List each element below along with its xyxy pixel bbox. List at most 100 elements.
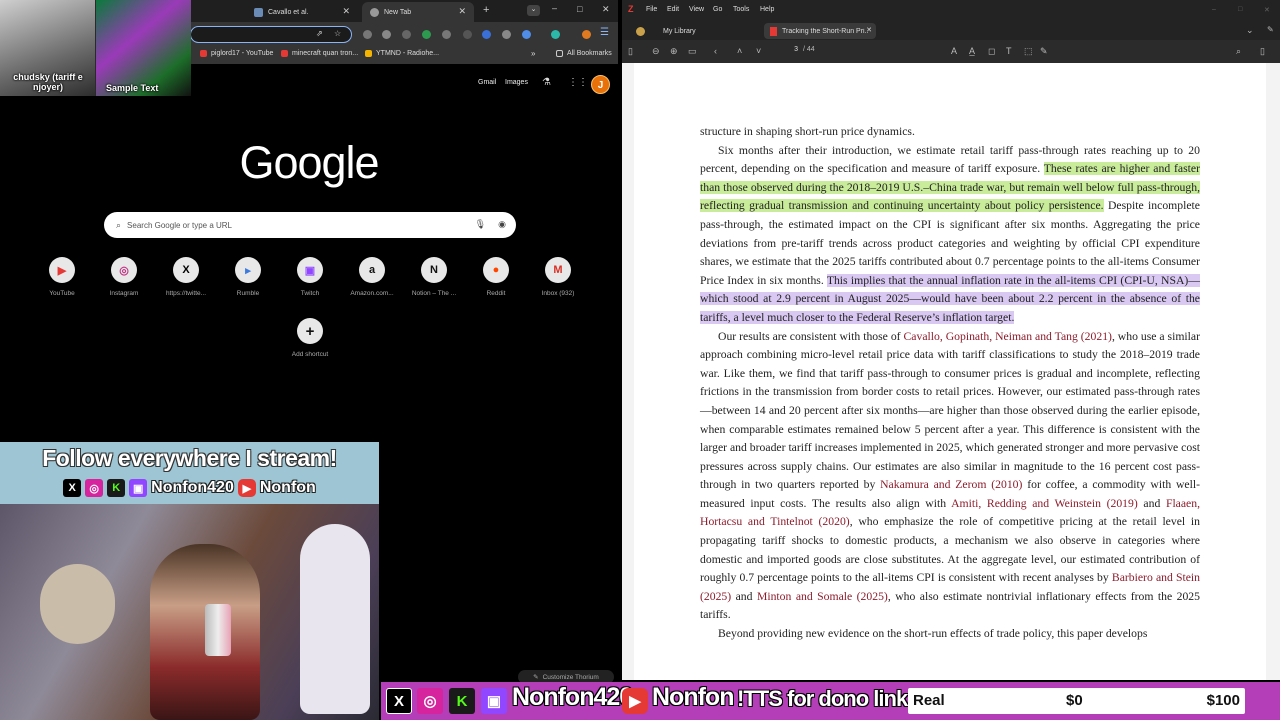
bookmark-item[interactable]: piglord17 - YouTube	[200, 50, 273, 57]
previous-page-icon[interactable]: ˄	[737, 46, 742, 56]
pen-icon[interactable]: ✎	[1267, 25, 1274, 34]
drink-can	[205, 604, 231, 656]
area-select-icon[interactable]: ⬚	[1024, 46, 1033, 57]
add-shortcut-button[interactable]: + Add shortcut	[279, 318, 341, 358]
shortcut-rumble[interactable]: ▸ Rumble	[217, 257, 279, 297]
paragraph: Six months after their introduction, we …	[700, 142, 1200, 328]
shortcut-twitch[interactable]: ▣ Twitch	[279, 257, 341, 297]
extension-icon[interactable]	[522, 30, 531, 39]
draw-icon[interactable]: ✎	[1040, 46, 1048, 57]
extension-icon[interactable]	[502, 30, 511, 39]
youtube-icon: ▶	[622, 688, 648, 714]
window-close-icon[interactable]: ✕	[602, 4, 610, 15]
citation-link[interactable]: Nakamura and Zerom (2010)	[880, 478, 1022, 491]
twitch-icon: ▣	[297, 257, 323, 283]
menu-edit[interactable]: Edit	[667, 6, 679, 13]
tab-cavallo[interactable]: Cavallo et al. ✕	[246, 2, 358, 22]
share-icon[interactable]: ⇗	[316, 29, 323, 38]
shortcut-label: https://twitte...	[165, 290, 207, 297]
zoom-in-icon[interactable]: ⊕	[670, 46, 678, 57]
gmail-link[interactable]: Gmail	[478, 79, 496, 86]
zoom-fit-icon[interactable]: ▭	[688, 46, 697, 57]
reddit-icon: ●	[483, 257, 509, 283]
next-page-icon[interactable]: ˅	[756, 46, 761, 56]
chevron-right-icon[interactable]: »	[531, 49, 535, 58]
images-link[interactable]: Images	[505, 79, 528, 86]
microphone-icon[interactable]: 🎙	[475, 219, 486, 230]
note-icon[interactable]: ◻	[988, 46, 995, 57]
search-icon[interactable]: ⌕	[1236, 46, 1241, 57]
zotero-logo-icon: Z	[628, 4, 634, 14]
shortcut-twitter[interactable]: Xhttps://twitte...	[155, 257, 217, 297]
tab-paper[interactable]: Tracking the Short-Run Pri... ✕	[764, 23, 876, 39]
window-close-icon[interactable]: ✕	[1264, 6, 1270, 14]
page-number-input[interactable]: 3	[772, 46, 798, 53]
menu-help[interactable]: Help	[760, 6, 774, 13]
youtube-icon: ▶	[49, 257, 75, 283]
shortcut-reddit[interactable]: ● Reddit	[465, 257, 527, 297]
shortcut-notion[interactable]: N Notion – The ...	[403, 257, 465, 297]
close-icon[interactable]: ✕	[458, 6, 466, 17]
camera-lens-icon[interactable]: ◉	[498, 219, 506, 230]
text-run: and	[1137, 496, 1166, 510]
labs-flask-icon[interactable]: ⚗	[542, 77, 551, 88]
kick-icon: K	[449, 688, 475, 714]
minimize-icon[interactable]: –	[1212, 6, 1216, 13]
sidebar-toggle-icon[interactable]: ▯	[628, 46, 633, 57]
bookmark-item[interactable]: minecraft quan tron...	[281, 50, 358, 57]
new-tab-icon[interactable]: +	[483, 4, 489, 16]
kick-icon: K	[107, 479, 126, 497]
menu-file[interactable]: File	[646, 6, 657, 13]
chevron-down-icon[interactable]: ⌄	[1246, 25, 1254, 36]
x-icon: X	[173, 257, 199, 283]
tts-note: !TTS for dono link	[737, 686, 908, 711]
labs-icon[interactable]	[551, 30, 560, 39]
menu-go[interactable]: Go	[713, 6, 722, 13]
citation-link[interactable]: Amiti, Redding and Weinstein (2019)	[951, 497, 1138, 510]
extension-icon[interactable]	[402, 30, 411, 39]
extension-icon[interactable]	[363, 30, 372, 39]
extension-icon[interactable]	[463, 30, 472, 39]
maximize-icon[interactable]: □	[577, 4, 582, 14]
address-bar[interactable]: ⇗ ☆	[190, 26, 352, 43]
reader-toolbar: ▯ ⊖ ⊕ ▭ ‹ ˄ ˅ 3 / 44 A A̲ ◻ T ⬚ ✎ ⌕ ▯	[622, 40, 1280, 63]
tab-new-tab[interactable]: New Tab ✕	[362, 2, 474, 22]
text-annotation-icon[interactable]: A	[951, 46, 957, 56]
highlight-icon[interactable]: A̲	[969, 46, 975, 56]
extension-icon[interactable]	[382, 30, 391, 39]
plus-icon: +	[297, 318, 323, 344]
bookmark-item[interactable]: YTMND - Radiohe...	[365, 50, 439, 57]
follow-title: Follow everywhere I stream!	[42, 445, 337, 471]
gmail-icon: M	[545, 257, 571, 283]
citation-link[interactable]: Cavallo, Gopinath, Neiman and Tang (2021…	[904, 330, 1112, 343]
maximize-icon[interactable]: □	[1238, 6, 1242, 13]
shortcut-instagram[interactable]: ◎ Instagram	[93, 257, 155, 297]
menu-tools[interactable]: Tools	[733, 6, 749, 13]
shortcut-gmail[interactable]: M Inbox (932)	[527, 257, 589, 297]
zoom-out-icon[interactable]: ⊖	[652, 46, 660, 57]
search-input[interactable]: ⌕ Search Google or type a URL 🎙 ◉	[104, 212, 516, 238]
tab-search-icon[interactable]: ⌄	[527, 5, 540, 16]
account-avatar[interactable]: J	[591, 75, 610, 94]
camera-caption: chudsky (tariff e njoyer)	[13, 72, 83, 92]
minimize-icon[interactable]: –	[552, 3, 557, 13]
context-pane-icon[interactable]: ▯	[1260, 46, 1265, 57]
tab-my-library[interactable]: My Library	[630, 23, 702, 39]
close-icon[interactable]: ✕	[866, 26, 872, 34]
menu-view[interactable]: View	[689, 6, 704, 13]
citation-link[interactable]: Minton and Somale (2025)	[757, 590, 888, 603]
text-tool-icon[interactable]: T	[1006, 46, 1012, 56]
apps-grid-icon[interactable]: ⋮⋮	[568, 77, 588, 88]
bookmark-star-icon[interactable]: ☆	[334, 29, 341, 38]
shortcut-amazon[interactable]: a Amazon.com...	[341, 257, 403, 297]
all-bookmarks-button[interactable]: All Bookmarks	[556, 50, 612, 57]
close-icon[interactable]: ✕	[342, 6, 350, 17]
shortcut-youtube[interactable]: ▶ YouTube	[31, 257, 93, 297]
back-icon[interactable]: ‹	[714, 46, 717, 56]
extension-icon[interactable]	[482, 30, 491, 39]
menu-icon[interactable]: ☰	[600, 27, 609, 38]
extension-icon[interactable]	[442, 30, 451, 39]
profile-avatar-icon[interactable]	[582, 30, 591, 39]
extension-icon[interactable]	[422, 30, 431, 39]
zotero-tab-bar: My Library Tracking the Short-Run Pri...…	[622, 21, 1280, 40]
